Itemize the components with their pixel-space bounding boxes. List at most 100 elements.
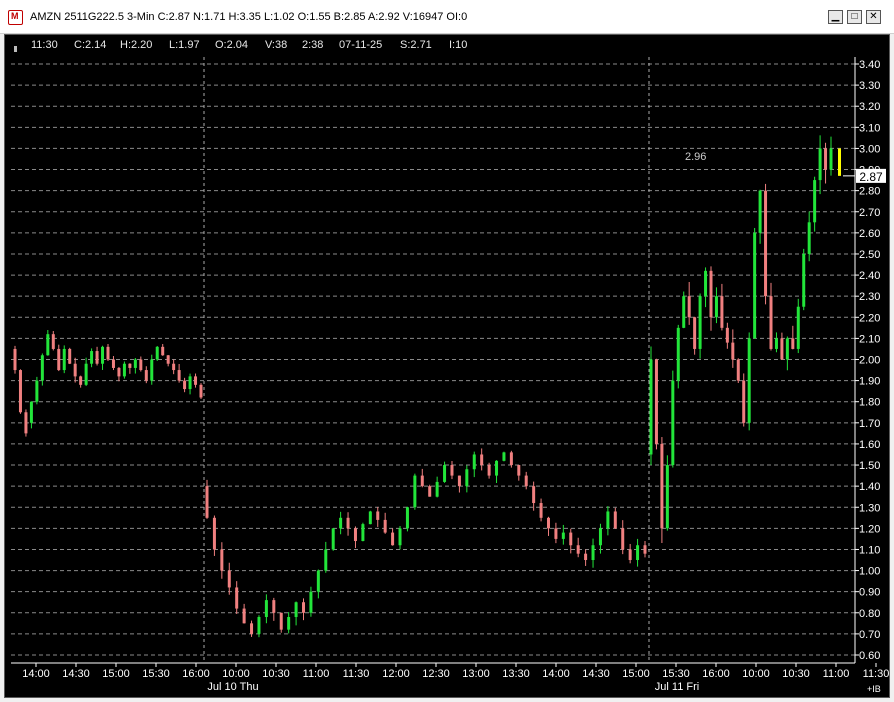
candle-body	[188, 376, 192, 390]
chart-panel[interactable]: 11:30 C:2.14 H:2.20 L:1.97 O:2.04 V:38 2…	[4, 34, 890, 698]
y-tick-label: 1.90	[859, 376, 880, 388]
candle-body	[517, 465, 521, 476]
candle-body	[51, 334, 55, 349]
candle-body	[155, 346, 159, 360]
candle-body	[791, 338, 795, 349]
candle-body	[79, 376, 83, 385]
candle-body	[331, 528, 335, 550]
candle-body	[413, 475, 417, 508]
candle-body	[294, 602, 298, 618]
candle-body	[495, 460, 499, 476]
candle-body	[106, 346, 110, 360]
m-logo-icon[interactable]	[8, 10, 23, 25]
candle-body	[660, 443, 664, 529]
candle-body	[250, 623, 254, 634]
candle-body	[813, 180, 817, 223]
y-tick-label: 1.20	[859, 523, 880, 535]
y-tick-label: 2.40	[859, 270, 880, 282]
candle-body	[480, 454, 484, 466]
candle-body	[774, 338, 778, 349]
candle-body	[346, 517, 350, 529]
x-tick-label: 10:00	[742, 668, 770, 680]
candle-body	[139, 359, 143, 371]
y-tick-label: 0.80	[859, 608, 880, 620]
candle-body	[764, 190, 768, 297]
candle-body	[714, 296, 718, 318]
x-tick-label: 16:00	[702, 668, 730, 680]
candle-body	[24, 412, 28, 434]
candle-body	[435, 481, 439, 497]
candle-body	[649, 359, 653, 455]
candle-body	[736, 359, 740, 381]
x-tick-label: 12:30	[422, 668, 450, 680]
candle-body	[636, 545, 640, 561]
last-price-label: 2.87	[859, 170, 883, 184]
day-label: Jul 10 Thu	[207, 681, 258, 693]
candle-body	[539, 503, 543, 518]
candle-body	[90, 351, 94, 364]
candle-body	[227, 570, 231, 588]
candle-body	[747, 338, 751, 423]
candle-body	[665, 465, 669, 529]
candle-body	[144, 370, 148, 381]
minimize-button[interactable]: ▁	[828, 10, 843, 24]
x-tick-label: 10:30	[782, 668, 810, 680]
candle-body	[339, 517, 343, 529]
y-tick-label: 2.70	[859, 207, 880, 219]
candle-body	[509, 452, 513, 466]
x-tick-label: 13:30	[502, 668, 530, 680]
window-title: AMZN 2511G222.5 3-Min C:2.87 N:1.71 H:3.…	[30, 11, 468, 23]
y-tick-label: 1.40	[859, 481, 880, 493]
candle-body	[802, 253, 806, 307]
candle-body	[591, 545, 595, 561]
y-tick-label: 2.00	[859, 355, 880, 367]
candle-body	[780, 338, 784, 360]
candle-body	[57, 348, 61, 371]
candle-body	[725, 327, 729, 343]
candle-body	[29, 401, 33, 423]
candle-body	[95, 351, 99, 364]
y-tick-label: 1.70	[859, 418, 880, 430]
candlestick-chart[interactable]: 3.403.303.203.103.002.902.802.702.602.50…	[5, 35, 889, 697]
y-tick-label: 3.10	[859, 122, 880, 134]
x-tick-label: 15:30	[662, 668, 690, 680]
candle-body	[450, 465, 454, 476]
candle-body	[309, 591, 313, 613]
candle-body	[122, 363, 126, 377]
y-tick-label: 2.10	[859, 333, 880, 345]
candle-body	[117, 367, 121, 377]
x-tick-label: 14:30	[62, 668, 90, 680]
candle-body	[161, 346, 165, 356]
candle-body	[177, 370, 181, 381]
close-button[interactable]: ✕	[866, 10, 881, 24]
candle-body	[316, 570, 320, 592]
candle-body	[111, 359, 115, 368]
candle-body	[194, 376, 198, 385]
candle-body	[704, 270, 708, 297]
candle-body	[643, 545, 647, 554]
candle-body	[554, 528, 558, 539]
x-tick-label: 12:00	[382, 668, 410, 680]
candle-body	[818, 148, 822, 181]
candle-body	[682, 296, 686, 328]
candle-body	[796, 306, 800, 349]
x-tick-label: 11:00	[823, 668, 850, 680]
candle-body	[621, 528, 625, 550]
x-tick-label: 14:00	[22, 668, 50, 680]
candle-body	[150, 359, 154, 381]
candle-body	[361, 524, 365, 542]
candle-body	[457, 475, 461, 487]
y-tick-label: 2.30	[859, 291, 880, 303]
candle-body	[405, 507, 409, 529]
y-tick-label: 0.70	[859, 629, 880, 641]
candle-body	[824, 148, 828, 170]
candle-body	[742, 380, 746, 423]
candle-body	[183, 380, 187, 390]
candle-body	[368, 511, 372, 525]
y-tick-label: 0.60	[859, 650, 880, 662]
candle-body	[598, 528, 602, 546]
candle-body	[391, 532, 395, 546]
candle-body	[720, 296, 724, 328]
maximize-button[interactable]: □	[847, 10, 862, 24]
candle-body	[785, 338, 789, 360]
